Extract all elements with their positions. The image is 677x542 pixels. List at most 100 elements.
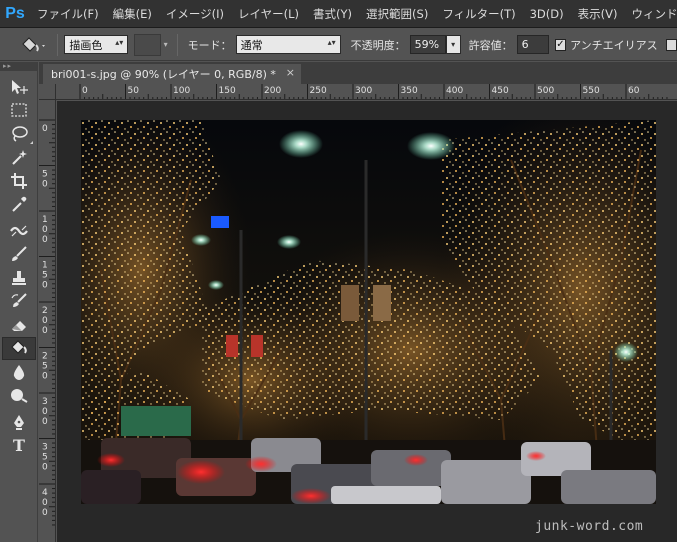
ruler-label: 450: [492, 86, 509, 96]
ruler-label: 0: [42, 281, 48, 291]
document-tab-bar: bri001-s.jpg @ 90% (レイヤー 0, RGB/8) * ×: [39, 62, 677, 84]
ruler-label: 550: [583, 86, 600, 96]
menu-3d[interactable]: 3D(D): [523, 0, 571, 27]
rectangular-marquee-icon: [11, 103, 27, 117]
blur-tool[interactable]: [2, 360, 36, 384]
ruler-label: 400: [446, 86, 463, 96]
menu-bar: Ps ファイル(F) 編集(E) イメージ(I) レイヤー(L) 書式(Y) 選…: [0, 0, 677, 28]
paint-bucket-icon: [21, 36, 45, 52]
vertical-ruler-ticks: 050100150200250300350400: [39, 119, 55, 526]
ruler-label: 500: [537, 86, 554, 96]
pen-icon: [14, 414, 24, 430]
ruler-label: 1: [42, 215, 48, 225]
tolerance-input[interactable]: 6: [516, 35, 549, 54]
ruler-label: 2: [42, 306, 48, 316]
brush-icon: [12, 246, 27, 262]
dodge-tool[interactable]: [2, 384, 36, 408]
ruler-label: 5: [42, 453, 48, 463]
history-brush-tool[interactable]: [2, 290, 36, 314]
blur-drop-icon: [13, 364, 25, 380]
move-tool[interactable]: [2, 75, 36, 99]
dodge-icon: [11, 389, 28, 404]
menu-select[interactable]: 選択範囲(S): [359, 0, 435, 27]
ruler-label: 0: [42, 316, 48, 326]
horizontal-ruler-ticks: 0 50 100 150 200 250 300 350 400 450 500 550 60: [79, 84, 668, 99]
mode-label: モード：: [187, 38, 232, 52]
ruler-label: 0: [42, 124, 48, 134]
ruler-label: 5: [42, 271, 48, 281]
ruler-label: 0: [42, 225, 48, 235]
options-bar: 描画色 ▴▾ ▾ モード： 通常 ▴▾ 不透明度： 59% ▾ 許容値： 6 ✓…: [0, 29, 677, 61]
history-brush-icon: [11, 293, 27, 308]
ruler-label: 50: [128, 86, 140, 96]
clone-stamp-tool[interactable]: [2, 266, 36, 290]
ruler-label: 0: [42, 498, 48, 508]
ruler-label: 300: [355, 86, 372, 96]
tool-preset-picker[interactable]: [14, 33, 51, 57]
horizontal-ruler[interactable]: 0 50 100 150 200 250 300 350 400 450 500 550 60: [56, 84, 677, 100]
ruler-origin[interactable]: [39, 84, 56, 100]
submenu-corner: [30, 140, 33, 144]
menu-edit[interactable]: 編集(E): [106, 0, 159, 27]
opacity-input[interactable]: 59%: [409, 35, 446, 54]
type-icon: T: [13, 435, 25, 455]
crop-tool[interactable]: [2, 169, 36, 193]
divider: [176, 33, 178, 56]
document-title: bri001-s.jpg @ 90% (レイヤー 0, RGB/8) *: [51, 68, 276, 81]
contiguous-checkbox[interactable]: [665, 38, 677, 51]
paint-bucket-icon: [11, 340, 27, 354]
menu-filter[interactable]: フィルター(T): [435, 0, 522, 27]
lasso-icon: [12, 126, 28, 142]
updown-arrows-icon: ▴▾: [115, 38, 124, 47]
menu-view[interactable]: 表示(V): [571, 0, 625, 27]
menu-file[interactable]: ファイル(F): [30, 0, 106, 27]
opacity-slider-toggle[interactable]: ▾: [445, 35, 461, 54]
type-tool[interactable]: T: [2, 434, 36, 458]
marquee-tool[interactable]: [2, 99, 36, 123]
close-icon[interactable]: ×: [286, 66, 295, 79]
menu-image[interactable]: イメージ(I): [159, 0, 231, 27]
photoshop-logo: Ps: [5, 4, 25, 22]
magic-wand-tool[interactable]: [2, 146, 36, 170]
menu-layer[interactable]: レイヤー(L): [231, 0, 306, 27]
ruler-label: 250: [310, 86, 327, 96]
chevron-down-icon[interactable]: ▾: [164, 40, 168, 49]
ruler-label: 5: [42, 170, 48, 180]
menu-type[interactable]: 書式(Y): [306, 0, 359, 27]
pattern-swatch[interactable]: [134, 33, 161, 56]
ruler-label: 100: [173, 86, 190, 96]
menu-window[interactable]: ウィンドウ: [624, 0, 677, 27]
eyedropper-icon: [12, 197, 27, 212]
pen-tool[interactable]: [2, 410, 36, 434]
document-tab[interactable]: bri001-s.jpg @ 90% (レイヤー 0, RGB/8) * ×: [43, 64, 301, 84]
panel-grip[interactable]: ▸▸: [0, 62, 37, 71]
crop-icon: [11, 172, 27, 189]
ruler-label: 3: [42, 397, 48, 407]
eraser-tool[interactable]: [2, 313, 36, 337]
lasso-tool[interactable]: [2, 122, 36, 146]
tolerance-label: 許容値：: [468, 38, 513, 52]
antialias-label: アンチエイリアス: [570, 38, 658, 52]
ruler-label: 0: [42, 180, 48, 190]
blend-mode-value: 通常: [240, 38, 263, 52]
ruler-label: 0: [82, 86, 88, 96]
ruler-label: 200: [264, 86, 281, 96]
antialias-checkbox[interactable]: ✓: [554, 38, 567, 51]
ruler-label: 1: [42, 261, 48, 271]
site-watermark: junk-word.com: [535, 519, 644, 534]
eyedropper-tool[interactable]: [2, 193, 36, 217]
brush-tool[interactable]: [2, 243, 36, 267]
ruler-label: 350: [401, 86, 418, 96]
healing-tool[interactable]: [2, 219, 36, 243]
fill-source-dropdown[interactable]: 描画色 ▴▾: [64, 35, 129, 54]
paint-bucket-tool[interactable]: [2, 336, 36, 360]
ruler-label: 0: [42, 463, 48, 473]
blend-mode-dropdown[interactable]: 通常 ▴▾: [235, 35, 341, 54]
vertical-ruler[interactable]: 050100150200250300350400: [39, 100, 56, 542]
ruler-label: 0: [42, 326, 48, 336]
eraser-icon: [12, 320, 26, 331]
document-image[interactable]: [81, 120, 656, 504]
ruler-label: 2: [42, 352, 48, 362]
move-icon: [12, 79, 28, 94]
ruler-label: 0: [42, 235, 48, 245]
